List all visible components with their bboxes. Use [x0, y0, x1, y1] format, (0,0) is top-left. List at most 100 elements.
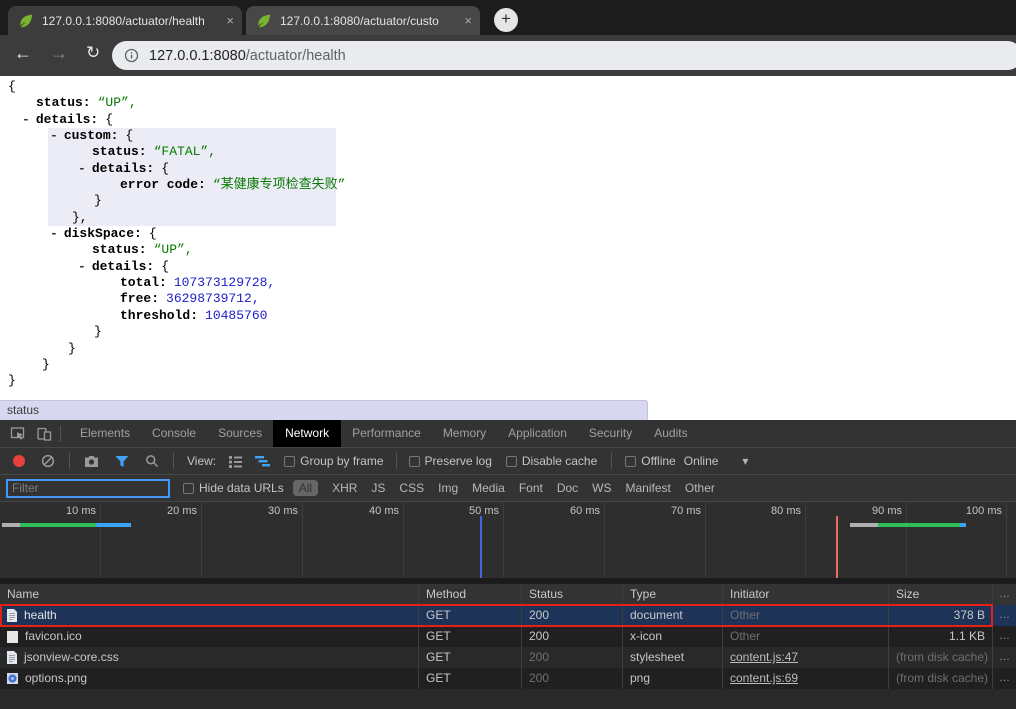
checkbox-icon[interactable]: [284, 456, 295, 467]
column-header-status[interactable]: Status: [522, 584, 623, 605]
checkbox-icon[interactable]: [409, 456, 420, 467]
table-row-jsonview-core-css[interactable]: jsonview-core.css GET 200 stylesheet con…: [0, 647, 1016, 668]
json-tree: { status:“UP”, -details:{ -custom:{ stat…: [0, 79, 1016, 390]
tab-security[interactable]: Security: [589, 420, 632, 447]
json-line: }: [0, 324, 1016, 340]
tab-memory[interactable]: Memory: [443, 420, 486, 447]
reload-icon[interactable]: ↻: [86, 43, 100, 63]
timeline-tick-label: 10 ms: [26, 505, 96, 517]
timeline-gridline: [503, 502, 504, 578]
filter-category-manifest[interactable]: Manifest: [626, 481, 671, 495]
column-header-initiator[interactable]: Initiator: [723, 584, 889, 605]
column-header-size[interactable]: Size: [889, 584, 993, 605]
tab-sources[interactable]: Sources: [218, 420, 262, 447]
view-list-icon[interactable]: [228, 455, 243, 468]
collapse-toggle[interactable]: -: [78, 161, 86, 176]
filter-input[interactable]: [6, 479, 170, 498]
waterfall-bar-segment: [2, 523, 20, 527]
filter-category-other[interactable]: Other: [685, 481, 715, 495]
initiator-link[interactable]: content.js:69: [730, 671, 798, 685]
collapse-toggle[interactable]: -: [50, 128, 58, 143]
filter-category-doc[interactable]: Doc: [557, 481, 578, 495]
filter-category-xhr[interactable]: XHR: [332, 481, 357, 495]
record-button[interactable]: [13, 455, 25, 467]
tab-audits[interactable]: Audits: [654, 420, 687, 447]
device-toolbar-icon[interactable]: [36, 426, 52, 442]
new-tab-button[interactable]: +: [494, 8, 518, 32]
json-line: free:36298739712,: [0, 291, 1016, 307]
waterfall-bar-segment: [878, 523, 960, 527]
tab-application[interactable]: Application: [508, 420, 567, 447]
spring-leaf-icon: [256, 13, 272, 29]
url-host: 127.0.0.1:8080: [149, 48, 246, 64]
tab-elements[interactable]: Elements: [80, 420, 130, 447]
checkbox-icon[interactable]: [506, 456, 517, 467]
filter-category-ws[interactable]: WS: [592, 481, 611, 495]
throttling-select[interactable]: Online: [684, 454, 719, 468]
initiator-link[interactable]: content.js:47: [730, 650, 798, 664]
filter-category-img[interactable]: Img: [438, 481, 458, 495]
clear-icon[interactable]: [41, 454, 55, 468]
filter-category-media[interactable]: Media: [472, 481, 505, 495]
checkbox-icon[interactable]: [625, 456, 636, 467]
stylesheet-icon: [7, 651, 17, 664]
timeline-tick-label: 70 ms: [631, 505, 701, 517]
group-by-frame-checkbox[interactable]: Group by frame: [284, 454, 383, 468]
table-row-options-png[interactable]: options.png GET 200 png content.js:69 (f…: [0, 668, 1016, 689]
collapse-toggle[interactable]: -: [78, 259, 86, 274]
checkbox-icon[interactable]: [183, 483, 194, 494]
inspect-element-icon[interactable]: [10, 426, 26, 442]
forward-icon[interactable]: →: [50, 43, 68, 64]
tab-title: 127.0.0.1:8080/actuator/custo: [280, 14, 458, 28]
search-icon[interactable]: [145, 454, 159, 468]
tab-close-icon[interactable]: ×: [464, 13, 472, 28]
json-line: error code:“某健康专项检查失败”: [0, 177, 1016, 193]
filter-category-all[interactable]: All: [293, 480, 318, 496]
info-icon[interactable]: [124, 48, 139, 63]
waterfall-icon[interactable]: [255, 454, 270, 468]
timeline-gridline: [705, 502, 706, 578]
filter-category-js[interactable]: JS: [371, 481, 385, 495]
json-line: -details:{: [0, 161, 1016, 177]
page-content: { status:“UP”, -details:{ -custom:{ stat…: [0, 76, 1016, 420]
back-icon[interactable]: ←: [14, 43, 32, 64]
preserve-log-checkbox[interactable]: Preserve log: [409, 454, 492, 468]
screenshot-camera-icon[interactable]: [84, 455, 99, 468]
browser-tab-custom[interactable]: 127.0.0.1:8080/actuator/custo ×: [246, 6, 480, 35]
column-header-method[interactable]: Method: [419, 584, 522, 605]
column-overflow[interactable]: …: [993, 584, 1016, 605]
chevron-down-icon[interactable]: ▾: [742, 454, 748, 468]
timeline-gridline: [1006, 502, 1007, 578]
tab-close-icon[interactable]: ×: [226, 13, 234, 28]
hide-data-urls-checkbox[interactable]: Hide data URLs: [183, 481, 284, 495]
json-line: -diskSpace:{: [0, 226, 1016, 242]
disable-cache-checkbox[interactable]: Disable cache: [506, 454, 597, 468]
devtools-tabbar: Elements Console Sources Network Perform…: [0, 420, 1016, 447]
address-bar[interactable]: 127.0.0.1:8080/actuator/health: [112, 41, 1016, 70]
url-text: 127.0.0.1:8080/actuator/health: [149, 48, 346, 64]
network-filterbar: Hide data URLs All XHR JS CSS Img Media …: [0, 474, 1016, 501]
timeline-gridline: [100, 502, 101, 578]
tab-performance[interactable]: Performance: [352, 420, 421, 447]
tab-console[interactable]: Console: [152, 420, 196, 447]
tab-network[interactable]: Network: [273, 420, 341, 447]
spring-leaf-icon: [18, 13, 34, 29]
divider: [60, 426, 61, 442]
filter-category-font[interactable]: Font: [519, 481, 543, 495]
collapse-toggle[interactable]: -: [22, 112, 30, 127]
filter-category-css[interactable]: CSS: [399, 481, 424, 495]
waterfall-bar-segment: [850, 523, 878, 527]
column-header-name[interactable]: Name: [0, 584, 419, 605]
column-header-type[interactable]: Type: [623, 584, 723, 605]
table-row-health[interactable]: health GET 200 document Other 378 B …: [0, 605, 1016, 626]
table-row-favicon[interactable]: favicon.ico GET 200 x-icon Other 1.1 KB …: [0, 626, 1016, 647]
timeline-gridline: [403, 502, 404, 578]
offline-checkbox[interactable]: Offline: [625, 454, 675, 468]
filter-funnel-icon[interactable]: [115, 455, 129, 468]
timeline-tick-label: 90 ms: [832, 505, 902, 517]
network-overview-timeline[interactable]: 10 ms 20 ms 30 ms 40 ms 50 ms 60 ms 70 m…: [0, 501, 1016, 578]
json-line: -details:{: [0, 259, 1016, 275]
collapse-toggle[interactable]: -: [50, 226, 58, 241]
browser-tab-health[interactable]: 127.0.0.1:8080/actuator/health ×: [8, 6, 242, 35]
waterfall-bar-segment: [20, 523, 96, 527]
